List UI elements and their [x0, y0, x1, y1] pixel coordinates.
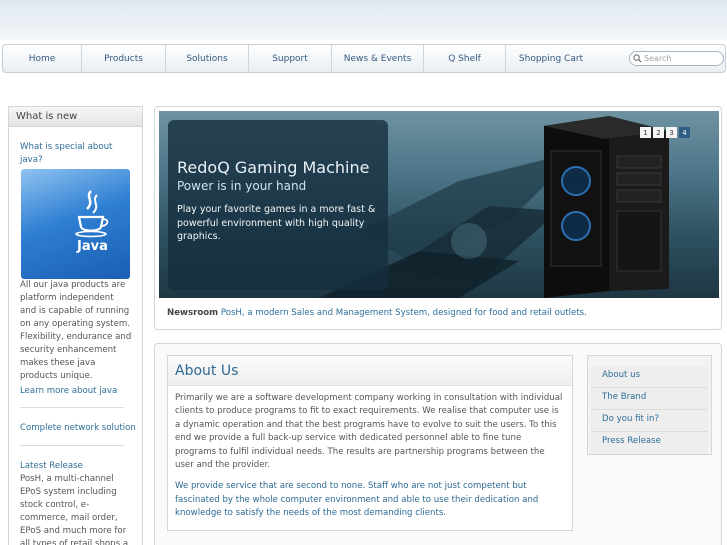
side-link-the-brand[interactable]: The Brand — [591, 388, 708, 410]
top-band — [0, 0, 727, 40]
main-nav: Home Products Solutions Support News & E… — [2, 44, 726, 73]
slide-page-1[interactable]: 1 — [640, 127, 651, 138]
newsroom-link[interactable]: PosH, a modern Sales and Management Syst… — [221, 308, 587, 318]
nav-products[interactable]: Products — [82, 45, 166, 72]
java-logo-text: Java — [77, 239, 108, 254]
hero-banner[interactable]: RedoQ Gaming Machine Power is in your ha… — [159, 111, 719, 298]
slide-page-4[interactable]: 4 — [679, 127, 690, 138]
side-link-about-us[interactable]: About us — [591, 366, 708, 388]
slide-page-3[interactable]: 3 — [666, 127, 677, 138]
hero-subtitle: Power is in your hand — [177, 179, 307, 193]
nav-solutions[interactable]: Solutions — [166, 45, 249, 72]
hero-panel: RedoQ Gaming Machine Power is in your ha… — [154, 106, 722, 330]
sidebar-title: What is new — [9, 107, 142, 127]
hero-title: RedoQ Gaming Machine — [177, 158, 370, 177]
slide-pager: 1 2 3 4 — [640, 127, 690, 138]
about-section: About Us Primarily we are a software dev… — [154, 343, 722, 545]
search-icon — [633, 54, 642, 63]
latest-release-link[interactable]: Latest Release — [20, 460, 83, 473]
network-solution-link[interactable]: Complete network solution — [20, 422, 136, 435]
java-question-link[interactable]: What is special about java? — [20, 141, 120, 167]
newsroom-bar: Newsroom PosH, a modern Sales and Manage… — [167, 308, 587, 318]
side-link-do-you-fit-in[interactable]: Do you fit in? — [591, 410, 708, 432]
learn-more-java-link[interactable]: Learn more about java — [20, 385, 117, 398]
hero-description: Play your favorite games in a more fast … — [177, 204, 376, 242]
sidebar-what-is-new: What is new What is special about java? … — [8, 106, 143, 545]
java-cup-icon — [75, 190, 109, 238]
about-side-menu: About us The Brand Do you fit in? Press … — [587, 355, 712, 455]
about-title: About Us — [168, 356, 572, 386]
about-paragraph-2: We provide service that are second to no… — [175, 481, 539, 519]
latest-release-description: PosH, a multi-channel EPoS system includ… — [20, 474, 129, 545]
about-paragraph-1: Primarily we are a software development … — [175, 393, 563, 471]
about-panel: About Us Primarily we are a software dev… — [167, 355, 573, 531]
nav-news-events[interactable]: News & Events — [332, 45, 424, 72]
java-description: All our java products are platform indep… — [20, 280, 132, 381]
side-link-press-release[interactable]: Press Release — [591, 432, 708, 454]
nav-support[interactable]: Support — [249, 45, 332, 72]
search-input[interactable] — [644, 54, 722, 63]
nav-q-shelf[interactable]: Q Shelf — [424, 45, 506, 72]
search-box[interactable] — [629, 51, 724, 66]
slide-page-2[interactable]: 2 — [653, 127, 664, 138]
nav-home[interactable]: Home — [3, 45, 82, 72]
nav-shopping-cart[interactable]: Shopping Cart — [506, 45, 596, 72]
divider — [20, 445, 124, 446]
java-logo[interactable]: Java — [21, 169, 130, 279]
pc-tower-image — [544, 116, 669, 298]
divider — [20, 407, 124, 408]
newsroom-label: Newsroom — [167, 308, 219, 318]
